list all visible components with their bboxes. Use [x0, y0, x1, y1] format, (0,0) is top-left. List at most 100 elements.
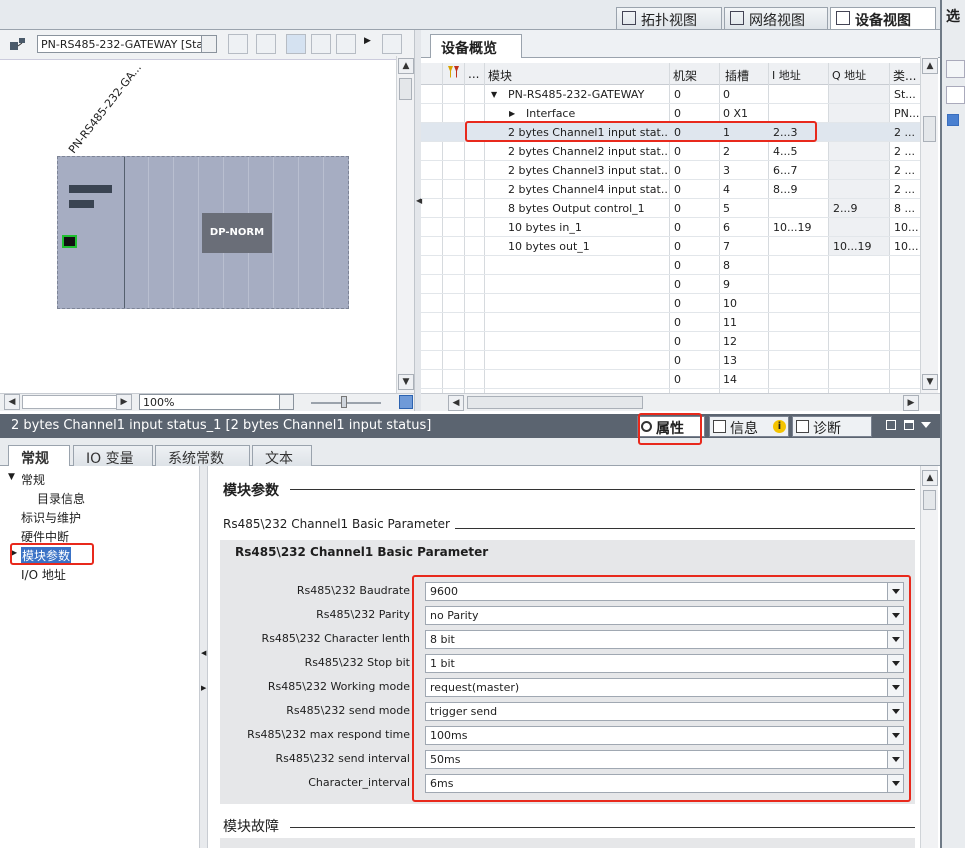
column-rack[interactable]: 机架	[673, 67, 697, 84]
tab-system-constants[interactable]: 系统常数	[155, 445, 250, 467]
column-i-address[interactable]: I 地址	[772, 67, 801, 83]
info-tab[interactable]: 信息 i	[709, 416, 789, 437]
toolbar-table-icon[interactable]	[336, 34, 356, 54]
scroll-right-icon[interactable]: ▶	[116, 394, 132, 410]
float-window-icon[interactable]	[886, 420, 896, 430]
column-q-address[interactable]: Q 地址	[832, 67, 866, 83]
table-row[interactable]: 0 11	[421, 313, 937, 332]
column-module[interactable]: 模块	[488, 67, 512, 84]
cell-module: 10 bytes in_1	[508, 221, 582, 234]
table-row[interactable]: 2 bytes Channel2 input stat... 0 2 4...5 2 .…	[421, 142, 937, 161]
filter-icon[interactable]	[446, 64, 462, 80]
scroll-thumb[interactable]	[923, 490, 936, 510]
scroll-thumb[interactable]	[399, 78, 412, 100]
scroll-up-icon[interactable]: ▲	[398, 58, 414, 74]
cell-rack: 0	[674, 145, 681, 158]
dp-norm-module[interactable]: DP-NORM	[202, 213, 272, 253]
scroll-down-icon[interactable]: ▼	[398, 374, 414, 390]
scroll-thumb[interactable]	[467, 396, 643, 409]
expand-icon[interactable]: ▶	[509, 109, 515, 118]
device-module-body[interactable]: DP-NORM	[57, 156, 349, 309]
task-input[interactable]	[946, 86, 965, 104]
collapse-left-icon[interactable]: ◀	[201, 649, 206, 657]
nav-io-address[interactable]: I/O 地址	[21, 566, 66, 583]
cell-module: 8 bytes Output control_1	[508, 202, 645, 215]
tab-io-tags[interactable]: IO 变量	[73, 445, 153, 467]
graphic-canvas[interactable]: PN-RS485-232-GA... DP-NORM	[0, 60, 396, 393]
device-selector[interactable]: PN-RS485-232-GATEWAY [Stan	[37, 35, 217, 53]
cell-slot: 5	[723, 202, 730, 215]
pane-splitter[interactable]	[414, 30, 421, 411]
diagnostics-tab[interactable]: 诊断	[792, 416, 872, 437]
tab-device-overview[interactable]: 设备概览	[430, 34, 522, 58]
maximize-icon[interactable]	[904, 420, 914, 430]
table-row[interactable]: 2 bytes Channel4 input stat... 0 4 8...9 2 .…	[421, 180, 937, 199]
tab-general[interactable]: 常规	[8, 445, 70, 467]
column-type[interactable]: 类...	[893, 67, 916, 84]
scroll-up-icon[interactable]: ▲	[922, 470, 938, 486]
nav-splitter[interactable]	[200, 466, 208, 848]
chevron-down-icon[interactable]	[279, 395, 293, 409]
nav-catalog-info[interactable]: 目录信息	[37, 490, 85, 507]
scroll-left-icon[interactable]: ◀	[4, 394, 20, 410]
table-hscroll[interactable]: ◀ ▶	[421, 393, 940, 411]
cell-slot: 0 X1	[723, 107, 749, 120]
table-row[interactable]: 2 bytes Channel3 input stat... 0 3 6...7 2 .…	[421, 161, 937, 180]
cell-rack: 0	[674, 259, 681, 272]
scroll-left-icon[interactable]: ◀	[448, 395, 464, 411]
expand-right-icon[interactable]: ▶	[201, 684, 206, 692]
toolbar-zoom-icon[interactable]	[228, 34, 248, 54]
toolbar-frame-icon[interactable]	[256, 34, 276, 54]
tab-device-view[interactable]: 设备视图	[830, 7, 936, 29]
topology-icon	[622, 11, 636, 25]
ethernet-port-icon[interactable]	[62, 235, 77, 248]
table-row[interactable]: 09	[421, 275, 937, 294]
table-row[interactable]: 08	[421, 256, 937, 275]
scroll-up-icon[interactable]: ▲	[922, 58, 938, 74]
graphic-hscroll[interactable]	[22, 395, 118, 409]
cell-rack: 0	[674, 316, 681, 329]
cell-q-address: 2...9	[833, 202, 858, 215]
table-vscroll[interactable]: ▲ ▼	[920, 56, 938, 393]
tab-texts[interactable]: 文本	[252, 445, 312, 467]
collapse-icon[interactable]: ▼	[491, 90, 497, 99]
scroll-right-icon[interactable]: ▶	[903, 395, 919, 411]
scroll-down-icon[interactable]: ▼	[922, 374, 938, 390]
cell-slot: 7	[723, 240, 730, 253]
nav-identification[interactable]: 标识与维护	[21, 509, 81, 526]
network-select-icon[interactable]	[8, 36, 28, 54]
table-row[interactable]: 10 bytes in_1 0 6 10...19 10...	[421, 218, 937, 237]
chevron-down-icon[interactable]	[201, 36, 216, 52]
table-row[interactable]: 10 bytes out_1 0 7 10...19 10...	[421, 237, 937, 256]
column-slot[interactable]: 插槽	[725, 67, 749, 84]
cell-rack: 0	[674, 164, 681, 177]
task-checkbox[interactable]	[947, 114, 959, 126]
module-label-bar	[69, 185, 112, 193]
table-row[interactable]: 0 12	[421, 332, 937, 351]
table-row[interactable]: ▼ PN-RS485-232-GATEWAY 0 0 St...	[421, 85, 937, 104]
nav-general[interactable]: 常规	[21, 471, 45, 488]
task-dropdown[interactable]	[946, 60, 965, 78]
cell-slot: 2	[723, 145, 730, 158]
toolbar-layout-icon[interactable]	[382, 34, 402, 54]
expand-icon[interactable]: ▼	[8, 472, 15, 482]
table-row[interactable]: 8 bytes Output control_1 0 5 2...9 8 ...	[421, 199, 937, 218]
tab-network-view[interactable]: 网络视图	[724, 7, 828, 29]
zoom-select[interactable]: 100%	[139, 394, 294, 410]
toolbar-more-icon[interactable]: ▶	[364, 36, 371, 46]
overview-nav-icon[interactable]	[399, 395, 413, 409]
table-row[interactable]: 0 14	[421, 370, 937, 389]
table-row[interactable]: 0 10	[421, 294, 937, 313]
scroll-thumb[interactable]	[923, 116, 936, 142]
cell-rack: 0	[674, 354, 681, 367]
tab-topology-view[interactable]: 拓扑视图	[616, 7, 722, 29]
collapse-down-icon[interactable]	[921, 422, 931, 428]
task-card-label: 选	[946, 9, 960, 25]
table-row[interactable]: 0 13	[421, 351, 937, 370]
toolbar-pen-icon[interactable]	[286, 34, 306, 54]
zoom-slider-thumb[interactable]	[341, 396, 347, 408]
graphic-vscroll[interactable]: ▲ ▼	[396, 56, 414, 393]
parameter-vscroll[interactable]: ▲	[920, 466, 938, 848]
toolbar-grid-icon[interactable]	[311, 34, 331, 54]
cell-rack: 0	[674, 107, 681, 120]
